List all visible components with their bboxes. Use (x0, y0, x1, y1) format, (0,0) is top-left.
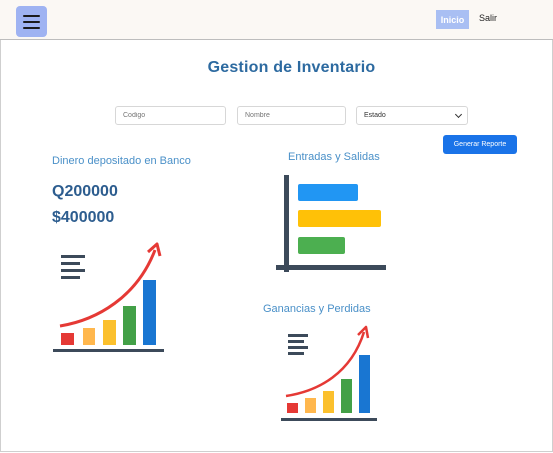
codigo-input[interactable] (123, 112, 218, 119)
menu-line (23, 27, 40, 29)
deposit-card-title: Dinero depositado en Banco (52, 155, 191, 167)
estado-select[interactable]: Estado (356, 106, 468, 125)
nav-link-salir[interactable]: Salir (479, 13, 497, 23)
navbar: Inicio Salir (0, 0, 553, 40)
chevron-down-icon (454, 110, 463, 119)
estado-selected-value: Estado (364, 112, 386, 119)
page-title: Gestion de Inventario (207, 59, 376, 76)
horizontal-bar-chart-icon (276, 175, 386, 272)
menu-line (23, 21, 40, 23)
nombre-field[interactable] (237, 106, 346, 125)
deposit-amount-usd: $400000 (52, 209, 115, 226)
nav-link-inicio[interactable]: Inicio (436, 10, 469, 29)
generate-report-button[interactable]: Generar Reporte (443, 135, 517, 154)
codigo-field[interactable] (115, 106, 226, 125)
nombre-input[interactable] (245, 112, 338, 119)
profit-card-title: Ganancias y Perdidas (263, 303, 371, 315)
deposit-amount-q: Q200000 (52, 183, 118, 200)
growth-bar-chart-icon (53, 242, 164, 352)
io-card-title: Entradas y Salidas (288, 151, 380, 163)
hamburger-menu-icon[interactable] (16, 6, 47, 37)
growth-bar-chart-icon (281, 325, 377, 421)
menu-line (23, 15, 40, 17)
